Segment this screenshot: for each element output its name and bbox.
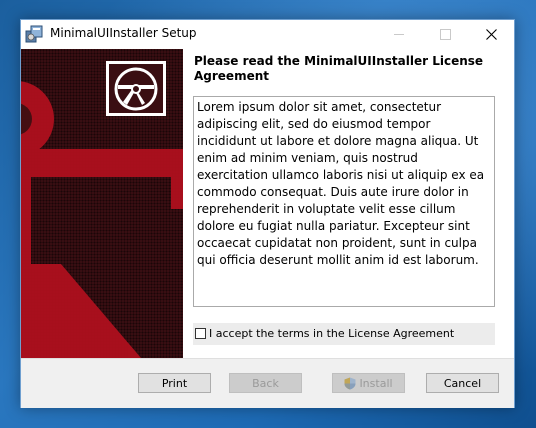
back-button-label: Back [252, 376, 279, 390]
disc-logo [106, 61, 166, 116]
license-textbox[interactable]: Lorem ipsum dolor sit amet, consectetur … [193, 96, 495, 307]
license-text: Lorem ipsum dolor sit amet, consectetur … [197, 100, 485, 267]
title-bar[interactable]: MinimalUIInstaller Setup [21, 20, 514, 49]
side-banner [21, 49, 183, 358]
installer-window: MinimalUIInstaller Setup Please read the… [20, 19, 515, 408]
uac-shield-icon [344, 377, 356, 389]
close-button[interactable] [468, 20, 514, 49]
accept-terms-row[interactable]: I accept the terms in the License Agreem… [193, 323, 495, 345]
maximize-button[interactable] [422, 20, 468, 49]
cancel-button-label: Cancel [443, 376, 482, 390]
print-button-label: Print [161, 376, 188, 390]
window-title: MinimalUIInstaller Setup [50, 26, 197, 40]
print-button[interactable]: Print [138, 373, 211, 393]
maximize-icon [439, 29, 451, 40]
minimize-icon [394, 34, 404, 35]
cancel-button[interactable]: Cancel [426, 373, 499, 393]
close-icon [485, 29, 497, 40]
disc-icon [114, 67, 158, 111]
install-button[interactable]: Install [332, 373, 405, 393]
accept-terms-label[interactable]: I accept the terms in the License Agreem… [209, 327, 454, 340]
back-button[interactable]: Back [229, 373, 302, 393]
installer-app-icon [25, 25, 43, 43]
minimize-button[interactable] [376, 20, 422, 49]
install-button-label: Install [359, 376, 393, 390]
accept-terms-checkbox[interactable] [195, 328, 206, 339]
button-bar: Print Back Install Cancel [21, 358, 514, 408]
page-heading: Please read the MinimalUIInstaller Licen… [194, 54, 484, 83]
